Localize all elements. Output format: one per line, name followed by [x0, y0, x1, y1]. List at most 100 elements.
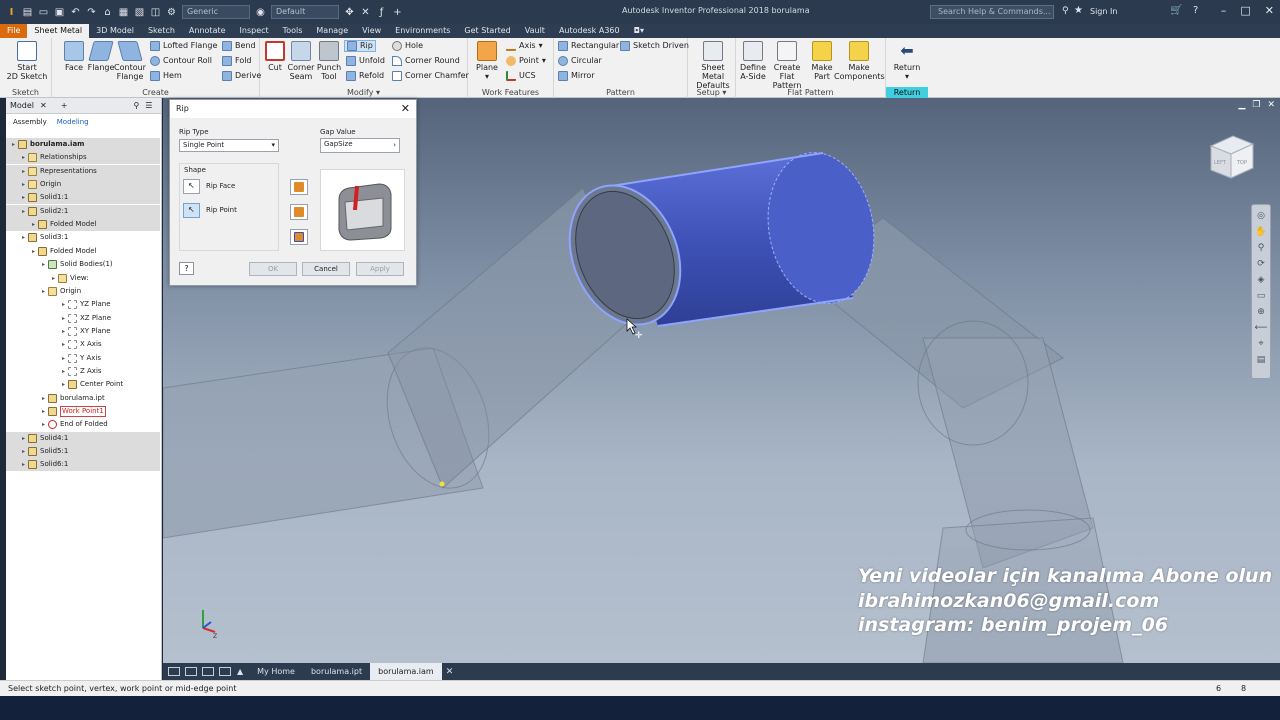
unfold-button[interactable]: Unfold [346, 55, 385, 67]
steering-wheel-icon[interactable]: ◎ [1257, 211, 1265, 221]
hem-button[interactable]: Hem [150, 70, 182, 82]
tree-row[interactable]: ▸ Folded Model [6, 245, 160, 258]
corner-chamfer-button[interactable]: Corner Chamfer [392, 70, 469, 82]
point-button[interactable]: Point ▾ [506, 55, 546, 67]
flange-button[interactable]: Flange [86, 41, 116, 72]
tree-row[interactable]: ▸ XZ Plane [6, 312, 160, 325]
tree-expander-icon[interactable]: ▸ [20, 178, 27, 191]
tree-expander-icon[interactable]: ▸ [20, 191, 27, 204]
tree-expander-icon[interactable]: ▸ [60, 365, 67, 378]
free-orbit-icon[interactable]: ⌖ [1258, 339, 1263, 349]
tab-get-started[interactable]: Get Started [457, 24, 517, 38]
maximize-icon[interactable]: □ [1240, 4, 1250, 17]
tree-row[interactable]: ▸ X Axis [6, 338, 160, 351]
panel-label-setup[interactable]: Setup ▾ [688, 87, 735, 98]
select-icon[interactable]: ▧ [134, 7, 145, 18]
tree-row[interactable]: ▸ XY Plane [6, 325, 160, 338]
sketch-driven-pattern-button[interactable]: Sketch Driven [620, 40, 689, 52]
home-icon[interactable]: ⌂ [102, 7, 113, 18]
tree-row[interactable]: ▸ borulama.iam [6, 138, 160, 151]
tree-expander-icon[interactable]: ▸ [40, 392, 47, 405]
tree-expander-icon[interactable]: ▸ [60, 312, 67, 325]
browser-search-icon[interactable]: ⚲ [133, 101, 139, 110]
viewport-close-icon[interactable]: ✕ [1267, 100, 1275, 110]
axis-button[interactable]: Axis ▾ [506, 40, 543, 52]
tree-row[interactable]: ▸ End of Folded [6, 418, 160, 431]
binoculars-icon[interactable]: ⚲ [1062, 6, 1069, 16]
tree-row[interactable]: ▸ Center Point [6, 378, 160, 391]
help-icon[interactable]: ? [1193, 5, 1198, 16]
tree-row[interactable]: ▸ Solid4:1 [6, 431, 160, 445]
update-icon[interactable]: ▦ [118, 7, 129, 18]
tab-sheet-metal[interactable]: Sheet Metal [27, 24, 90, 38]
browser-tab-model[interactable]: Model [10, 101, 34, 110]
tree-expander-icon[interactable]: ▸ [30, 218, 37, 231]
tree-expander-icon[interactable]: ▸ [20, 445, 27, 458]
doc-tab-borulama-ipt[interactable]: borulama.ipt [303, 663, 370, 680]
ribbon-options-icon[interactable]: ◘▾ [627, 24, 651, 38]
doc-tab-my-home[interactable]: My Home [249, 663, 303, 680]
tree-row[interactable]: ▸ Folded Model [6, 218, 160, 232]
tree-expander-icon[interactable]: ▸ [40, 285, 47, 298]
tree-row[interactable]: ▸ borulama.ipt [6, 392, 160, 405]
tab-sketch[interactable]: Sketch [141, 24, 182, 38]
tree-expander-icon[interactable]: ▸ [10, 138, 17, 151]
zoom-window-icon[interactable]: ▭ [1257, 291, 1266, 301]
gap-value-input[interactable]: GapSize › [320, 138, 400, 153]
horizontal-tile-icon[interactable] [202, 667, 214, 676]
tree-expander-icon[interactable]: ▸ [60, 338, 67, 351]
dialog-help-button[interactable]: ? [179, 262, 194, 275]
material-combo[interactable]: Default [271, 5, 339, 19]
viewport-restore-icon[interactable]: ❐ [1252, 100, 1260, 110]
plane-button[interactable]: Plane ▾ [472, 41, 502, 81]
tree-expander-icon[interactable]: ▸ [50, 272, 57, 285]
ok-button[interactable]: OK [249, 262, 297, 276]
tree-expander-icon[interactable]: ▸ [60, 298, 67, 311]
rip-button[interactable]: Rip [344, 40, 376, 52]
tab-vault[interactable]: Vault [518, 24, 552, 38]
zoom-all-icon[interactable]: ⊕ [1257, 307, 1265, 317]
circular-pattern-button[interactable]: Circular [558, 55, 602, 67]
start-2d-sketch-button[interactable]: Start 2D Sketch [6, 41, 48, 81]
define-a-side-button[interactable]: Define A-Side [738, 41, 768, 81]
tree-expander-icon[interactable]: ▸ [60, 352, 67, 365]
cascade-view-icon[interactable] [185, 667, 197, 676]
tab-view[interactable]: View [355, 24, 388, 38]
doc-list-icon[interactable]: ▲ [237, 667, 243, 676]
material-icon[interactable]: ◉ [255, 7, 266, 18]
viewport-minimize-icon[interactable]: ▁ [1238, 100, 1245, 110]
tree-row[interactable]: ▸ Work Point1 [6, 405, 160, 418]
punch-tool-button[interactable]: Punch Tool [314, 41, 344, 81]
rip-end-point-button[interactable] [290, 204, 308, 220]
tile-view-icon[interactable] [168, 667, 180, 676]
tree-row[interactable]: ▸ Solid6:1 [6, 458, 160, 472]
rip-type-select[interactable]: Single Point ▾ [179, 139, 279, 152]
contour-roll-button[interactable]: Contour Roll [150, 55, 212, 67]
minimize-icon[interactable]: – [1221, 4, 1227, 17]
contour-flange-button[interactable]: Contour Flange [114, 41, 146, 81]
tree-expander-icon[interactable]: ▸ [20, 165, 27, 178]
corner-seam-button[interactable]: Corner Seam [286, 41, 316, 81]
cart-icon[interactable]: 🛒 [1170, 5, 1182, 16]
tree-row[interactable]: ▸ Z Axis [6, 365, 160, 378]
tree-row[interactable]: ▸ Solid5:1 [6, 445, 160, 459]
tree-row[interactable]: ▸ Y Axis [6, 352, 160, 365]
fold-button[interactable]: Fold [222, 55, 252, 67]
tree-expander-icon[interactable]: ▸ [20, 458, 27, 471]
create-flat-pattern-button[interactable]: Create Flat Pattern [766, 41, 808, 90]
cut-button[interactable]: Cut [262, 41, 288, 72]
tree-row[interactable]: ▸ Solid2:1 [6, 204, 160, 218]
tab-autodesk-a360[interactable]: Autodesk A360 [552, 24, 627, 38]
redo-icon[interactable]: ↷ [86, 7, 97, 18]
rip-start-point-button[interactable] [290, 179, 308, 195]
tree-row[interactable]: ▸ Solid1:1 [6, 191, 160, 205]
tree-row[interactable]: ▸ Representations [6, 164, 160, 178]
rip-face-selector[interactable]: ↖ [183, 179, 200, 194]
return-button[interactable]: ⬅ Return ▾ [890, 41, 924, 81]
browser-mode-modeling[interactable]: Modeling [57, 118, 89, 126]
viewcube-icon[interactable]: LEFT TOP [1209, 135, 1255, 179]
doc-tab-close-icon[interactable]: ✕ [446, 667, 454, 677]
tree-row[interactable]: ▸ View: [6, 272, 160, 285]
save-icon[interactable]: ▣ [54, 7, 65, 18]
tree-expander-icon[interactable]: ▸ [40, 405, 47, 418]
